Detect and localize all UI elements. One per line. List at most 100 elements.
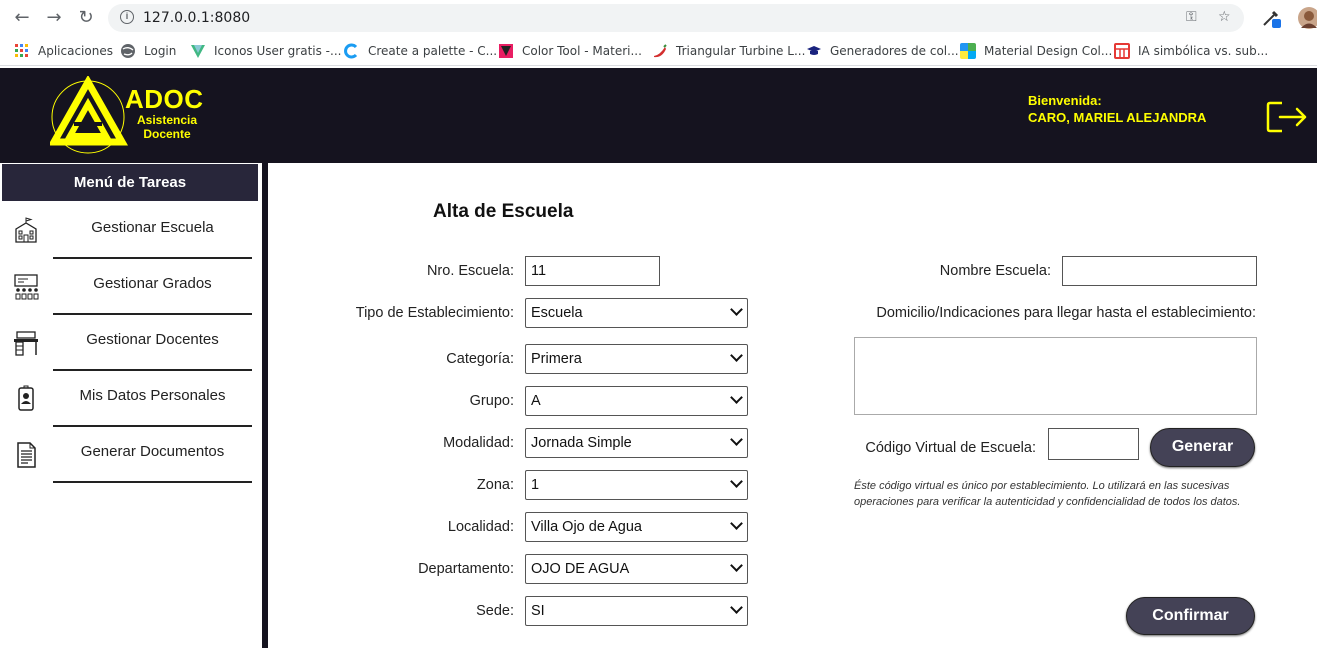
- globe-icon: [121, 44, 135, 58]
- address-bar[interactable]: i 127.0.0.1:8080 ⚿ ☆: [108, 4, 1244, 32]
- reload-icon[interactable]: ↻: [76, 8, 96, 28]
- brand-subtitle-line: Asistencia: [136, 113, 198, 127]
- menu-header: Menú de Tareas: [2, 164, 258, 201]
- sede-select[interactable]: SI: [525, 596, 748, 626]
- bookmark-label: Color Tool - Materi...: [522, 44, 642, 58]
- bookmark-login[interactable]: Login: [120, 41, 176, 61]
- sidebar-item-label: Mis Datos Personales: [79, 387, 226, 404]
- sidebar-item-mis-datos-personales[interactable]: Mis Datos Personales: [0, 371, 258, 427]
- localidad-label: Localidad:: [447, 519, 514, 535]
- bookmark-label: Generadores de col...: [830, 44, 959, 58]
- select-value: SI: [531, 603, 545, 619]
- vuetify-icon: [191, 45, 205, 58]
- chevron-down-icon: [730, 303, 743, 316]
- bookmark-aplicaciones[interactable]: Aplicaciones: [14, 41, 113, 61]
- chevron-down-icon: [730, 391, 743, 404]
- tipo-establecimiento-label: Tipo de Establecimiento:: [355, 305, 514, 321]
- nro-escuela-input[interactable]: 11: [525, 256, 660, 286]
- id-card-icon: [18, 385, 34, 411]
- localidad-select[interactable]: Villa Ojo de Agua: [525, 512, 748, 542]
- categoria-select[interactable]: Primera: [525, 344, 748, 374]
- bookmark-label: Login: [144, 44, 177, 58]
- codigo-virtual-input[interactable]: [1048, 428, 1139, 460]
- bookmark-label: IA simbólica vs. sub...: [1138, 44, 1269, 58]
- key-icon[interactable]: ⚿: [1186, 9, 1197, 25]
- bookmark-label: Triangular Turbine L...: [676, 44, 806, 58]
- url-text: 127.0.0.1:8080: [143, 10, 251, 26]
- sidebar-item-gestionar-grados[interactable]: Gestionar Grados: [0, 259, 258, 315]
- grupo-select[interactable]: A: [525, 386, 748, 416]
- domicilio-textarea[interactable]: [854, 337, 1257, 415]
- chevron-down-icon: [730, 517, 743, 530]
- back-arrow-icon[interactable]: ←: [12, 8, 32, 28]
- bookmark-label: Material Design Col...: [984, 44, 1113, 58]
- select-value: Villa Ojo de Agua: [531, 519, 642, 535]
- material-palette-icon: [960, 43, 976, 59]
- document-icon: [17, 442, 36, 468]
- chevron-down-icon: [730, 475, 743, 488]
- brand-subtitle-line: Docente: [143, 127, 191, 141]
- browser-toolbar: ← → ↻ i 127.0.0.1:8080 ⚿ ☆: [0, 0, 1317, 36]
- sidebar-item-label: Gestionar Escuela: [91, 219, 214, 236]
- bookmark-generadores[interactable]: Generadores de col...: [806, 41, 959, 61]
- school-icon: [15, 217, 37, 243]
- sidebar-item-label: Gestionar Docentes: [86, 331, 219, 348]
- sidebar-item-generar-documentos[interactable]: Generar Documentos: [0, 427, 258, 483]
- logout-icon[interactable]: [1266, 100, 1308, 134]
- categoria-label: Categoría:: [446, 351, 514, 367]
- bookmark-label: Create a palette - C...: [368, 44, 498, 58]
- nombre-escuela-label: Nombre Escuela:: [939, 263, 1051, 279]
- generar-button[interactable]: Generar: [1150, 428, 1255, 467]
- modalidad-label: Modalidad:: [443, 435, 514, 451]
- profile-avatar[interactable]: [1298, 7, 1317, 29]
- chevron-down-icon: [730, 601, 743, 614]
- departamento-label: Departamento:: [418, 561, 514, 577]
- select-value: OJO DE AGUA: [531, 561, 630, 577]
- nro-escuela-label: Nro. Escuela:: [426, 263, 514, 279]
- classroom-icon: [14, 274, 39, 300]
- select-value: A: [531, 393, 541, 409]
- adoc-logo-icon: [50, 76, 129, 154]
- forward-arrow-icon[interactable]: →: [44, 8, 64, 28]
- zona-label: Zona:: [476, 477, 514, 493]
- bookmark-material-design[interactable]: Material Design Col...: [960, 41, 1112, 61]
- chevron-down-icon: [730, 559, 743, 572]
- info-icon[interactable]: i: [120, 10, 134, 24]
- select-value: Jornada Simple: [531, 435, 632, 451]
- app-header: ADOC Asistencia Docente Bienvenida: CARO…: [0, 68, 1317, 163]
- zona-select[interactable]: 1: [525, 470, 748, 500]
- bookmark-create-palette[interactable]: Create a palette - C...: [344, 41, 497, 61]
- departamento-select[interactable]: OJO DE AGUA: [525, 554, 748, 584]
- bookmark-triangular-turbine[interactable]: Triangular Turbine L...: [652, 41, 805, 61]
- chili-icon: [654, 44, 667, 58]
- nombre-escuela-input[interactable]: [1062, 256, 1257, 286]
- material-icon: [499, 44, 513, 58]
- codigo-virtual-label: Código Virtual de Escuela:: [865, 440, 1036, 456]
- grupo-label: Grupo:: [469, 393, 514, 409]
- select-value: Escuela: [531, 305, 583, 321]
- select-value: 1: [531, 477, 540, 493]
- sidebar-item-label: Gestionar Grados: [93, 275, 212, 292]
- brand-title: ADOC: [125, 84, 204, 114]
- sidebar-item-gestionar-escuela[interactable]: Gestionar Escuela: [0, 203, 258, 259]
- desk-icon: [14, 331, 38, 356]
- bookmark-color-tool[interactable]: Color Tool - Materi...: [498, 41, 642, 61]
- bookmark-ia-simbolica[interactable]: IA simbólica vs. sub...: [1114, 41, 1268, 61]
- sidebar-divider: [262, 163, 268, 648]
- codigo-virtual-note: Éste código virtual es único por estable…: [854, 480, 1241, 508]
- graduation-cap-icon: [807, 46, 821, 55]
- eyedropper-extension-icon[interactable]: [1260, 7, 1282, 29]
- sidebar-item-gestionar-docentes[interactable]: Gestionar Docentes: [0, 315, 258, 371]
- star-icon[interactable]: ☆: [1218, 9, 1231, 25]
- bookmark-label: Aplicaciones: [38, 44, 113, 58]
- page-title: Alta de Escuela: [433, 201, 574, 222]
- modalidad-select[interactable]: Jornada Simple: [525, 428, 748, 458]
- sidebar-item-underline: [53, 481, 252, 483]
- sede-label: Sede:: [476, 603, 514, 619]
- bookmark-iconos-user[interactable]: Iconos User gratis -...: [190, 41, 341, 61]
- bookmarks-bar: Aplicaciones Login Iconos User gratis -.…: [0, 36, 1317, 66]
- confirmar-button[interactable]: Confirmar: [1126, 597, 1255, 635]
- select-value: Primera: [531, 351, 582, 367]
- c-logo-icon: [344, 43, 358, 59]
- tipo-establecimiento-select[interactable]: Escuela: [525, 298, 748, 328]
